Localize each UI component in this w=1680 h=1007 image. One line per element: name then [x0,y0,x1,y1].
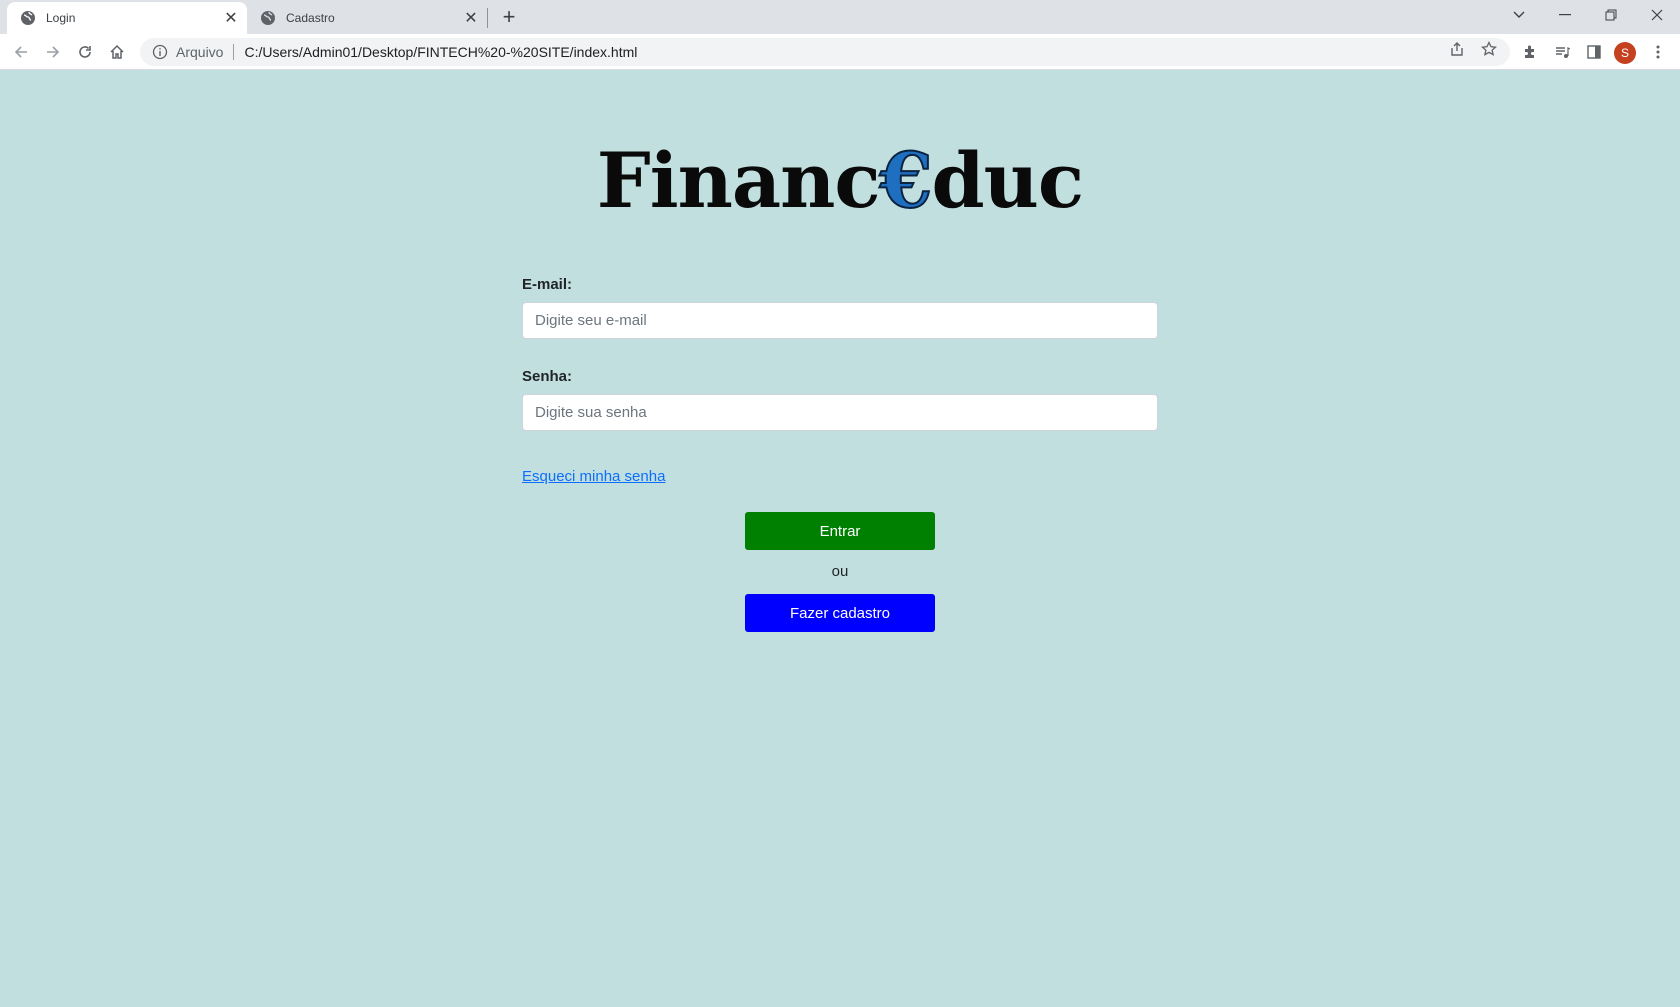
email-field[interactable] [522,302,1158,339]
password-field[interactable] [522,394,1158,431]
tab-cadastro[interactable]: Cadastro ✕ [247,2,487,34]
new-tab-plus-icon[interactable]: + [497,4,521,29]
address-url[interactable]: C:/Users/Admin01/Desktop/FINTECH%20-%20S… [244,44,637,60]
password-group: Senha: [522,368,1158,431]
email-group: E-mail: [522,276,1158,339]
menu-kebab-icon[interactable] [1646,40,1670,64]
home-icon[interactable] [105,40,129,64]
forgot-password-link[interactable]: Esqueci minha senha [522,468,665,485]
back-arrow-icon[interactable] [9,40,33,64]
globe-icon [260,10,276,26]
browser-tab-strip: Login ✕ Cadastro ✕ + [0,0,1680,34]
globe-icon [20,10,36,26]
media-queue-icon[interactable] [1550,40,1574,64]
tab-divider [487,8,488,28]
login-form: E-mail: Senha: Esqueci minha senha [522,276,1158,486]
password-label: Senha: [522,368,573,385]
close-icon[interactable]: ✕ [221,8,241,28]
window-close-icon[interactable] [1637,0,1677,30]
logo-text-end: duc [931,136,1085,225]
address-separator [233,44,235,60]
reload-icon[interactable] [73,40,97,64]
side-panel-icon[interactable] [1582,40,1606,64]
form-actions: Entrar ou Fazer cadastro [745,512,935,632]
logo-text-start: Financ [596,136,881,225]
address-scheme-label: Arquivo [176,44,224,60]
bookmark-star-icon[interactable] [1479,39,1499,59]
enter-button[interactable]: Entrar [745,512,935,550]
financeduc-logo: Financ€duc [0,135,1680,226]
minimize-icon[interactable] [1545,0,1585,30]
email-label: E-mail: [522,276,573,293]
tab-search-chevron-icon[interactable] [1499,0,1539,30]
share-icon[interactable] [1447,39,1467,59]
tab-title: Cadastro [286,11,335,25]
restore-icon[interactable] [1591,0,1631,30]
logo-euro-icon: € [879,135,934,226]
browser-toolbar: Arquivo C:/Users/Admin01/Desktop/FINTECH… [0,34,1680,70]
tab-login[interactable]: Login ✕ [7,2,247,34]
signup-button[interactable]: Fazer cadastro [745,594,935,632]
profile-avatar[interactable]: S [1614,42,1636,64]
or-separator-text: ou [831,563,849,580]
address-bar[interactable]: Arquivo C:/Users/Admin01/Desktop/FINTECH… [140,38,1510,66]
forward-arrow-icon[interactable] [41,40,65,64]
login-page: Financ€duc E-mail: Senha: Esqueci minha … [0,71,1680,1007]
extensions-puzzle-icon[interactable] [1518,40,1542,64]
close-icon[interactable]: ✕ [461,8,481,28]
info-icon[interactable] [152,44,168,60]
tab-title: Login [46,11,76,25]
